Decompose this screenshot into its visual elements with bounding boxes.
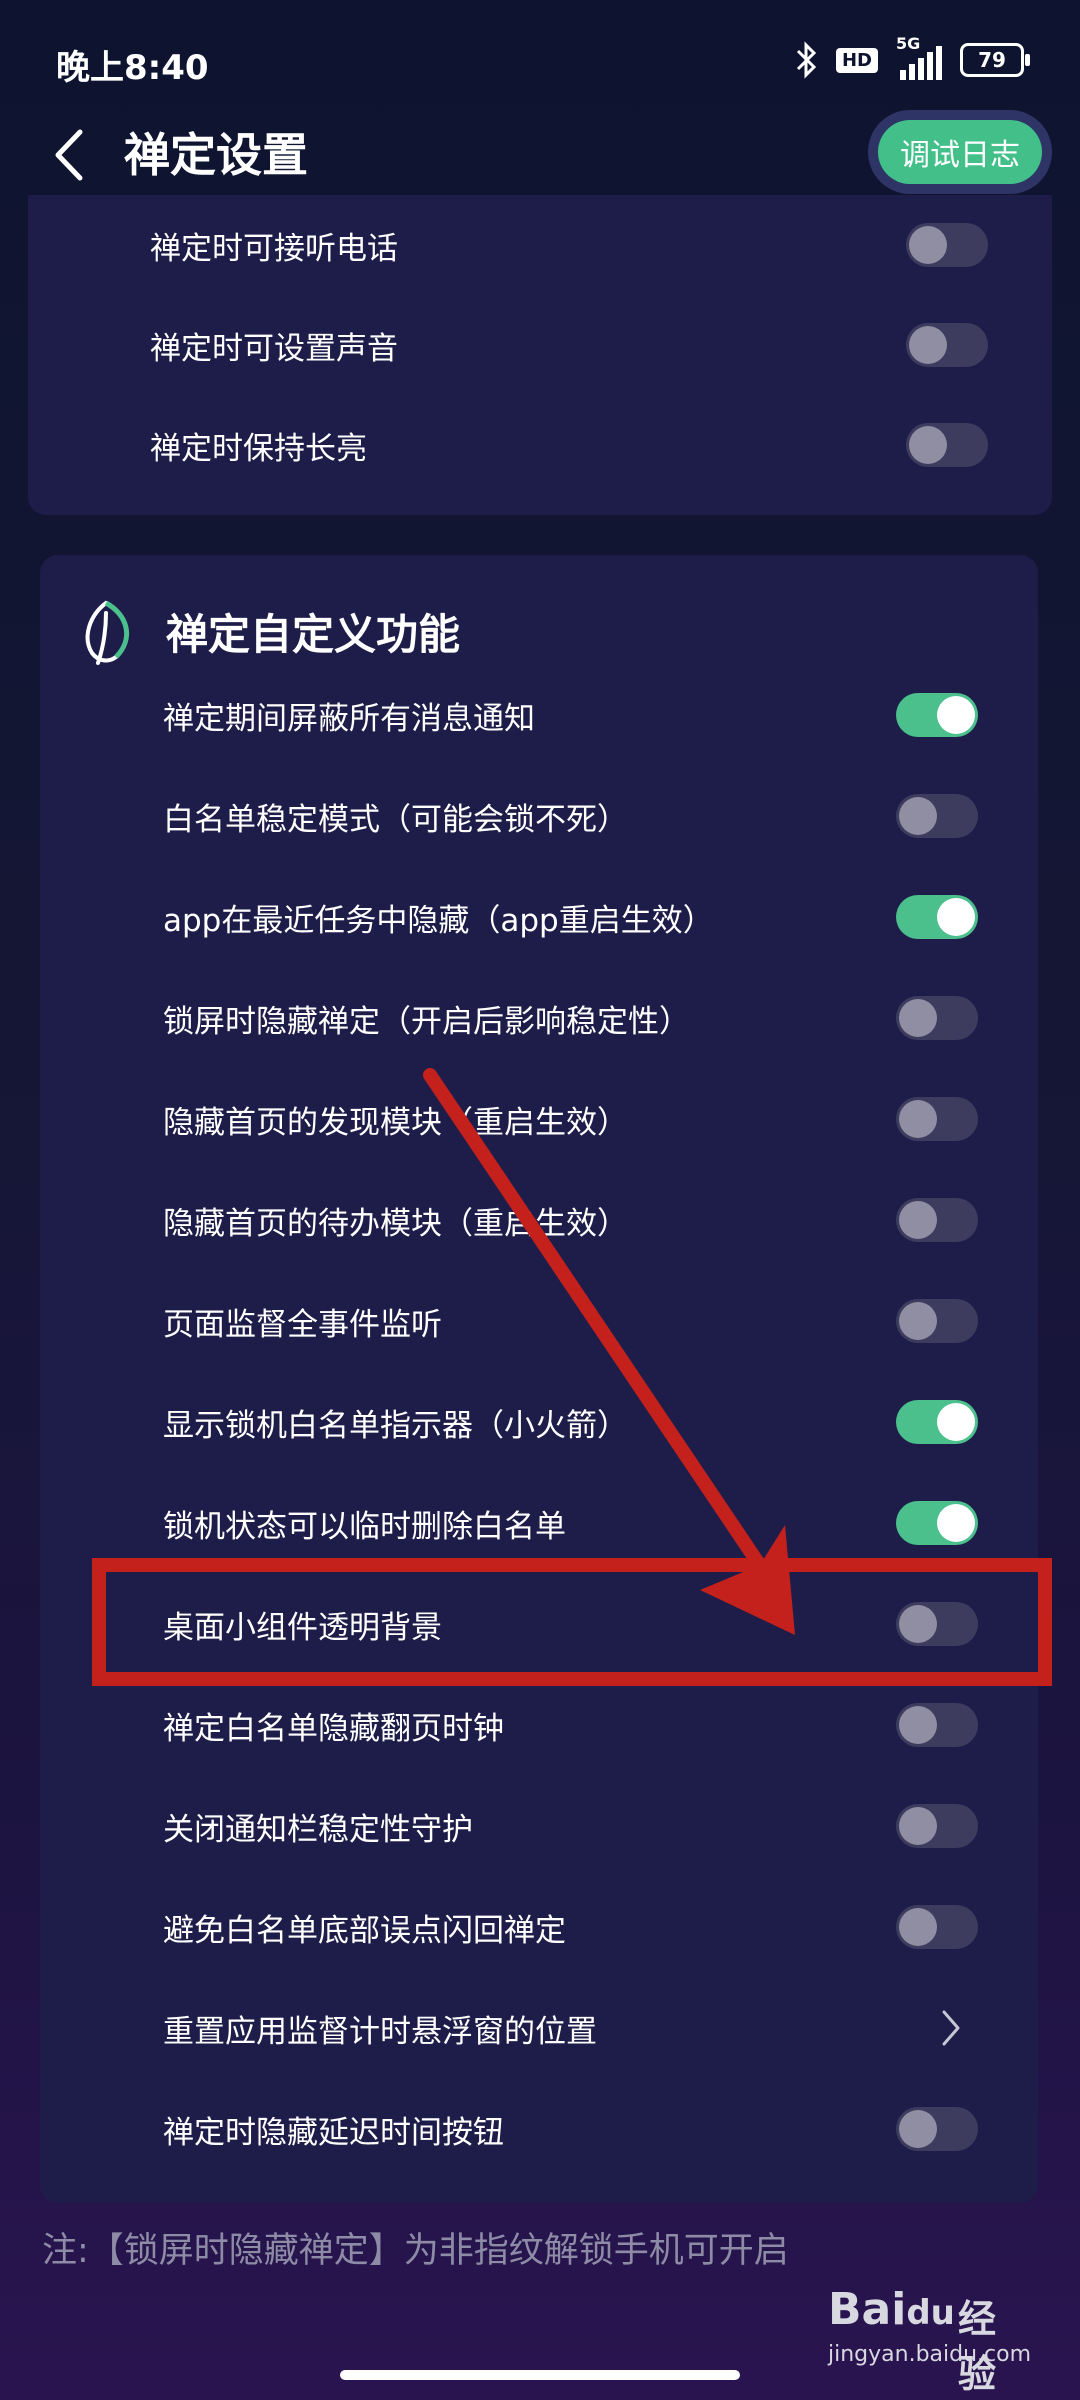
setting-row[interactable]: 隐藏首页的发现模块（重启生效）	[40, 1069, 1038, 1169]
page-title: 禅定设置	[124, 128, 308, 182]
setting-row[interactable]: 禅定时保持长亮	[28, 395, 1052, 495]
setting-label: 重置应用监督计时悬浮窗的位置	[163, 2013, 597, 2050]
setting-row[interactable]: 页面监督全事件监听	[40, 1271, 1038, 1371]
battery-icon: 79	[960, 43, 1030, 77]
setting-toggle[interactable]	[896, 996, 978, 1040]
status-time: 晚上8:40	[56, 48, 209, 88]
setting-label: 禅定白名单隐藏翻页时钟	[163, 1710, 504, 1747]
chevron-left-icon	[55, 129, 83, 181]
watermark: Baidu 经验 jingyan.baidu.com	[828, 2284, 1032, 2396]
basic-settings-card: 禅定时可接听电话 禅定时可设置声音 禅定时保持长亮	[28, 195, 1052, 515]
setting-label: 避免白名单底部误点闪回禅定	[163, 1912, 566, 1949]
reset-floating-window-row[interactable]: 重置应用监督计时悬浮窗的位置	[40, 1978, 1038, 2078]
setting-row[interactable]: 关闭通知栏稳定性守护	[40, 1776, 1038, 1876]
setting-label: 禅定时可设置声音	[150, 330, 398, 367]
setting-row[interactable]: 禅定时隐藏延迟时间按钮	[40, 2079, 1038, 2179]
setting-toggle[interactable]	[896, 1905, 978, 1949]
setting-label: 禅定时可接听电话	[150, 230, 398, 267]
setting-label: 显示锁机白名单指示器（小火箭）	[163, 1407, 628, 1444]
signal-indicator: 5G	[896, 34, 942, 80]
debug-log-button[interactable]: 调试日志	[878, 120, 1042, 184]
setting-row[interactable]: 禅定白名单隐藏翻页时钟	[40, 1675, 1038, 1775]
hd-badge: HD	[835, 47, 878, 73]
setting-label: 禅定时隐藏延迟时间按钮	[163, 2114, 504, 2151]
setting-label: 禅定时保持长亮	[150, 430, 367, 467]
setting-row[interactable]: 隐藏首页的待办模块（重启生效）	[40, 1170, 1038, 1270]
setting-label: 白名单稳定模式（可能会锁不死）	[163, 801, 628, 838]
setting-toggle[interactable]	[896, 2107, 978, 2151]
annotation-highlight-box	[92, 1558, 1052, 1686]
setting-toggle[interactable]	[896, 1097, 978, 1141]
setting-row[interactable]: 避免白名单底部误点闪回禅定	[40, 1877, 1038, 1977]
status-icons: HD 5G 79	[794, 34, 1030, 80]
setting-label: 锁屏时隐藏禅定（开启后影响稳定性）	[163, 1003, 690, 1040]
network-type: 5G	[896, 34, 921, 53]
header: 禅定设置 调试日志	[0, 110, 1080, 200]
setting-toggle[interactable]	[896, 1400, 978, 1444]
setting-toggle[interactable]	[896, 693, 978, 737]
setting-label: 页面监督全事件监听	[163, 1306, 442, 1343]
setting-toggle[interactable]	[906, 323, 988, 367]
setting-row[interactable]: 显示锁机白名单指示器（小火箭）	[40, 1372, 1038, 1472]
setting-toggle[interactable]	[896, 895, 978, 939]
setting-toggle[interactable]	[896, 1299, 978, 1343]
section-header: 禅定自定义功能	[40, 595, 1038, 675]
setting-row[interactable]: 禅定时可接听电话	[28, 195, 1052, 295]
setting-row[interactable]: 锁屏时隐藏禅定（开启后影响稳定性）	[40, 968, 1038, 1068]
battery-level: 79	[978, 48, 1006, 72]
footnote: 注:【锁屏时隐藏禅定】为非指纹解锁手机可开启	[42, 2231, 789, 2271]
setting-row[interactable]: 禅定时可设置声音	[28, 295, 1052, 395]
setting-toggle[interactable]	[896, 1804, 978, 1848]
setting-toggle[interactable]	[906, 223, 988, 267]
home-indicator[interactable]	[340, 2370, 740, 2380]
setting-label: 锁机状态可以临时删除白名单	[163, 1508, 566, 1545]
setting-row[interactable]: app在最近任务中隐藏（app重启生效）	[40, 867, 1038, 967]
watermark-url: jingyan.baidu.com	[828, 2342, 1032, 2367]
back-button[interactable]	[40, 120, 100, 190]
watermark-logo: Baidu	[828, 2284, 955, 2335]
leaf-icon	[85, 600, 129, 665]
setting-toggle[interactable]	[896, 1198, 978, 1242]
setting-label: 隐藏首页的发现模块（重启生效）	[163, 1104, 628, 1141]
setting-toggle[interactable]	[896, 794, 978, 838]
setting-label: 隐藏首页的待办模块（重启生效）	[163, 1205, 628, 1242]
setting-toggle[interactable]	[896, 1501, 978, 1545]
setting-row[interactable]: 白名单稳定模式（可能会锁不死）	[40, 766, 1038, 866]
bluetooth-icon	[796, 41, 817, 79]
setting-label: 关闭通知栏稳定性守护	[163, 1811, 473, 1848]
setting-toggle[interactable]	[896, 1703, 978, 1747]
status-bar: 晚上8:40 HD 5G 79	[0, 0, 1080, 120]
chevron-right-icon	[942, 2010, 960, 2046]
section-title: 禅定自定义功能	[166, 610, 461, 659]
setting-toggle[interactable]	[906, 423, 988, 467]
paw-icon: du	[906, 2293, 955, 2333]
setting-row[interactable]: 禅定期间屏蔽所有消息通知	[40, 665, 1038, 765]
log-button-wrap: 调试日志	[868, 110, 1052, 194]
setting-label: 禅定期间屏蔽所有消息通知	[163, 700, 535, 737]
setting-label: app在最近任务中隐藏（app重启生效）	[163, 902, 714, 939]
custom-functions-card: 禅定自定义功能 禅定期间屏蔽所有消息通知 白名单稳定模式（可能会锁不死） app…	[40, 555, 1038, 2203]
